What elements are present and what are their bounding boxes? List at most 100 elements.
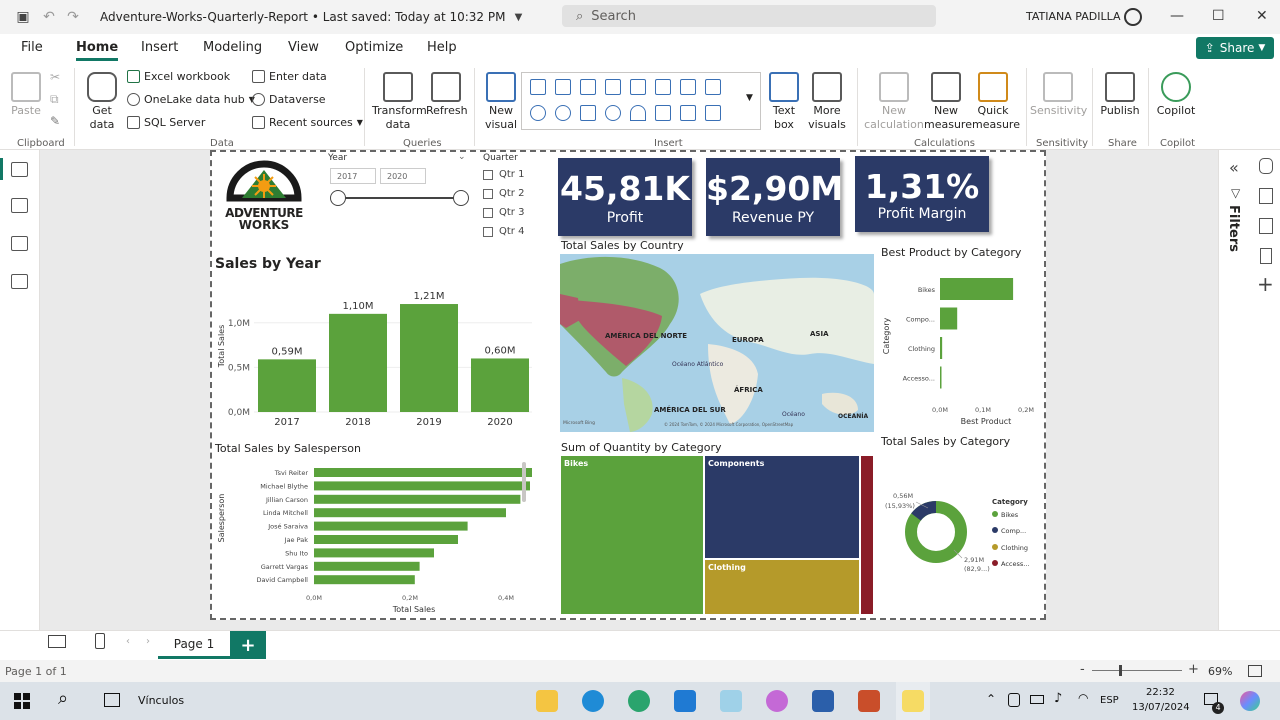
- more-visuals-button[interactable]: More visuals: [806, 72, 848, 132]
- close-icon[interactable]: ✕: [1256, 8, 1268, 24]
- quarter-checkbox[interactable]: Qtr 4: [483, 226, 524, 237]
- matrix-icon[interactable]: [705, 105, 721, 121]
- prev-page-icon[interactable]: ‹: [126, 636, 130, 647]
- quick-measure-button[interactable]: Quick measure: [972, 72, 1020, 132]
- zoom-out-icon[interactable]: -: [1080, 662, 1085, 677]
- copilot-app-icon[interactable]: [766, 690, 788, 712]
- donut-icon[interactable]: [555, 105, 571, 121]
- quarter-checkbox[interactable]: Qtr 3: [483, 207, 524, 218]
- kpi-card-revenue-py[interactable]: $2,90M Revenue PY: [706, 158, 843, 236]
- stacked-bar-icon[interactable]: [530, 79, 546, 95]
- area-chart-icon[interactable]: [680, 79, 696, 95]
- wifi-icon[interactable]: ◠: [1078, 691, 1088, 705]
- year-to-input[interactable]: 2020: [380, 168, 426, 184]
- redo-icon[interactable]: ↷: [64, 8, 82, 26]
- scrollbar[interactable]: [522, 462, 526, 502]
- filter-icon[interactable]: ▽: [1231, 186, 1240, 200]
- clustered-column-icon[interactable]: [555, 79, 571, 95]
- user-name[interactable]: TATIANA PADILLA: [1026, 10, 1120, 23]
- mobile-layout-icon[interactable]: [95, 633, 105, 649]
- zoom-level[interactable]: 69%: [1208, 665, 1232, 678]
- report-view-icon[interactable]: [11, 162, 28, 177]
- copy-icon[interactable]: ⧉: [50, 92, 59, 107]
- sales-by-year-chart[interactable]: 0,0M 0,5M 1,0MTotal Sales 0,59M 2017 1,10M 201…: [212, 276, 542, 432]
- dax-query-icon[interactable]: [11, 274, 28, 289]
- edge-dev-icon[interactable]: [628, 690, 650, 712]
- map-icon[interactable]: [605, 105, 621, 121]
- new-calculation-button[interactable]: New calculation: [864, 72, 924, 132]
- year-from-input[interactable]: 2017: [330, 168, 376, 184]
- clock-time[interactable]: 22:32: [1146, 687, 1175, 698]
- share-button[interactable]: ⇪ Share ▼: [1196, 37, 1274, 59]
- line-chart-icon[interactable]: [655, 79, 671, 95]
- chevron-up-icon[interactable]: ⌃: [986, 692, 996, 706]
- bar-icon[interactable]: [580, 79, 596, 95]
- format-pane-icon[interactable]: [1259, 218, 1273, 234]
- add-icon[interactable]: +: [1257, 272, 1274, 296]
- new-visual-button[interactable]: New visual: [482, 72, 520, 132]
- treemap-icon[interactable]: [580, 105, 596, 121]
- minimize-icon[interactable]: —: [1170, 8, 1184, 24]
- search-box[interactable]: ⌕ Search: [562, 5, 936, 27]
- gallery-expand-icon[interactable]: ▼: [746, 93, 753, 103]
- salesperson-chart[interactable]: Tsvi Reiter Michael Blythe Jillian Carson L…: [212, 458, 532, 616]
- recent-sources-button[interactable]: Recent sources ▼: [252, 116, 363, 129]
- column-icon[interactable]: [605, 79, 621, 95]
- fit-to-page-icon[interactable]: [1248, 665, 1262, 677]
- kpi-card-profit-margin[interactable]: 1,31% Profit Margin: [855, 156, 989, 232]
- maximize-icon[interactable]: ☐: [1212, 8, 1225, 24]
- zoom-in-icon[interactable]: +: [1188, 662, 1199, 677]
- page-tab-page-1[interactable]: Page 1: [158, 631, 230, 659]
- card-icon[interactable]: [655, 105, 671, 121]
- clock-date[interactable]: 13/07/2024: [1132, 702, 1190, 713]
- table-icon[interactable]: [680, 105, 696, 121]
- sql-server-button[interactable]: SQL Server: [127, 116, 205, 129]
- kpi-card-profit[interactable]: 45,81K Profit: [558, 158, 692, 236]
- tab-view[interactable]: View: [288, 40, 319, 55]
- edge-icon[interactable]: [582, 690, 604, 712]
- visual-gallery[interactable]: ▼: [521, 72, 761, 130]
- zoom-slider[interactable]: [1092, 670, 1182, 671]
- quarter-checkbox[interactable]: Qtr 2: [483, 188, 524, 199]
- treemap-bikes[interactable]: Bikes: [561, 456, 703, 614]
- copilot-button[interactable]: Copilot: [1154, 72, 1198, 118]
- refresh-button[interactable]: Refresh: [426, 72, 468, 118]
- tray-icon[interactable]: [1008, 693, 1020, 707]
- vscode-icon[interactable]: [674, 690, 696, 712]
- windows-start-icon[interactable]: [14, 693, 30, 709]
- battery-icon[interactable]: [1030, 695, 1044, 704]
- task-view-icon[interactable]: [104, 693, 120, 707]
- get-data-button[interactable]: Get data: [84, 72, 120, 132]
- dataverse-button[interactable]: Dataverse: [252, 93, 326, 106]
- volume-icon[interactable]: ♪: [1054, 691, 1062, 706]
- ribbon-chart-icon[interactable]: [630, 79, 646, 95]
- donut-chart[interactable]: 0,56M (15,93%) 2,91M (82,9...) Category …: [880, 480, 1044, 580]
- next-page-icon[interactable]: ›: [146, 636, 150, 647]
- year-slider-handle-end[interactable]: [453, 190, 469, 206]
- filters-pane-label[interactable]: Filters: [1226, 205, 1241, 252]
- tab-file[interactable]: File: [21, 40, 43, 55]
- chevron-down-icon[interactable]: ▼: [509, 8, 527, 26]
- tab-home[interactable]: Home: [76, 40, 119, 61]
- visualizations-pane-icon[interactable]: [1259, 188, 1273, 204]
- avatar[interactable]: [1124, 8, 1142, 26]
- cut-icon[interactable]: ✂: [50, 70, 60, 84]
- best-product-chart[interactable]: Bikes Compo... Clothing Accesso... 0,0M 0,1M 0…: [878, 264, 1044, 430]
- notepad-icon[interactable]: [720, 690, 742, 712]
- paste-button[interactable]: Paste: [10, 72, 42, 118]
- table-view-icon[interactable]: [11, 198, 28, 213]
- undo-icon[interactable]: ↶: [40, 8, 58, 26]
- format-painter-icon[interactable]: ✎: [50, 114, 60, 128]
- tab-optimize[interactable]: Optimize: [345, 40, 403, 55]
- language-indicator[interactable]: ESP: [1100, 695, 1119, 706]
- bookmark-icon[interactable]: [1260, 248, 1272, 264]
- powerpoint-icon[interactable]: [858, 690, 880, 712]
- sensitivity-button[interactable]: Sensitivity: [1030, 72, 1087, 118]
- save-icon[interactable]: ▣: [14, 8, 32, 26]
- data-pane-icon[interactable]: [1259, 158, 1273, 174]
- enter-data-button[interactable]: Enter data: [252, 70, 327, 83]
- file-explorer-icon[interactable]: [536, 690, 558, 712]
- treemap-accessories[interactable]: [861, 456, 873, 614]
- treemap-clothing[interactable]: Clothing: [705, 560, 859, 614]
- word-icon[interactable]: [812, 690, 834, 712]
